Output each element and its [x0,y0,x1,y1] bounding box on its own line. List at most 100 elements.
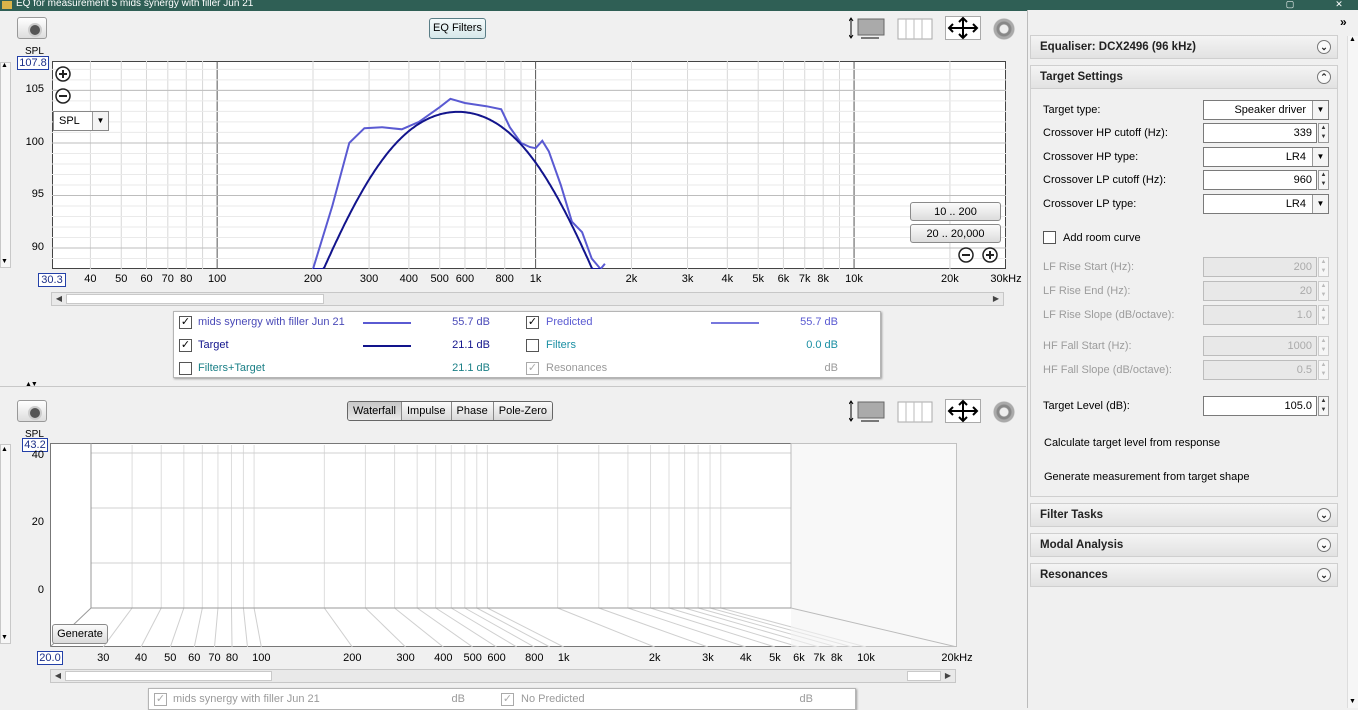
zoom-in-icon[interactable] [55,66,71,82]
crossover-lp-type-select[interactable]: LR4 ▼ [1203,194,1329,214]
crossover-lp-cutoff-stepper[interactable]: ▲ ▼ [1318,170,1329,190]
range-20-20000-button[interactable]: 20 .. 20,000 [910,224,1001,243]
lf-rise-end-input[interactable]: 20 [1203,281,1317,301]
resonances-checkbox[interactable]: ✓ [526,362,539,375]
range-10-200-button[interactable]: 10 .. 200 [910,202,1001,221]
filters-checkbox[interactable] [526,339,539,352]
equaliser-section-header[interactable]: Equaliser: DCX2496 (96 kHz) ⌄ [1030,35,1338,59]
y-top-value-box[interactable]: 107.8 [17,56,49,70]
right-panel-scrollbar[interactable]: ▲ ▼ [1347,36,1358,708]
target-level-input[interactable]: 105.0 [1203,396,1317,416]
legend-label: Filters+Target [198,362,265,374]
generate-measurement-button[interactable]: Generate measurement from target shape [1044,471,1249,483]
tab-waterfall[interactable]: Waterfall [348,402,401,420]
spl-select[interactable]: SPL ▼ [53,111,109,131]
filter-tasks-section-header[interactable]: Filter Tasks ⌄ [1030,503,1338,527]
x-tick-label: 100 [252,652,271,664]
settings-gear-icon[interactable] [993,18,1015,40]
zoom-in-x-icon[interactable] [982,247,998,263]
spl-chart[interactable] [52,61,1006,269]
scroll-down-icon[interactable]: ▼ [1349,698,1356,705]
hf-fall-slope-input[interactable]: 0.5 [1203,360,1317,380]
chevron-down-icon[interactable]: ⌄ [1317,538,1331,552]
hf-fall-start-stepper[interactable]: ▲ ▼ [1318,336,1329,356]
crossover-lp-cutoff-input[interactable]: 960 [1203,170,1317,190]
tab-pole-zero[interactable]: Pole-Zero [492,402,553,420]
lf-rise-end-stepper[interactable]: ▲ ▼ [1318,281,1329,301]
close-icon[interactable]: ✕ [1332,0,1346,9]
target-level-stepper[interactable]: ▲ ▼ [1318,396,1329,416]
scroll-left-icon[interactable]: ◀ [52,670,64,682]
controls-layout-icon[interactable] [897,399,933,423]
graph-limits-icon[interactable] [849,399,885,423]
vertical-scrollbar[interactable] [0,444,11,644]
scroll-down-icon[interactable]: ▼ [1,258,8,265]
scroll-down-icon[interactable]: ▼ [1,634,8,641]
scroll-right-icon[interactable]: ▶ [990,293,1002,305]
chevron-down-icon[interactable]: ⌄ [1317,40,1331,54]
generate-button[interactable]: Generate [52,624,108,644]
scroll-thumb[interactable] [65,671,272,681]
crossover-hp-cutoff-stepper[interactable]: ▲ ▼ [1318,123,1329,143]
hf-fall-start-input[interactable]: 1000 [1203,336,1317,356]
collapse-panel-icon[interactable]: » [1340,15,1347,29]
chevron-up-icon[interactable]: ⌃ [1317,70,1331,84]
filters-target-checkbox[interactable] [179,362,192,375]
scroll-up-icon[interactable]: ▲ [1349,36,1356,43]
panel-splitter[interactable] [0,386,1026,390]
calculate-target-level-button[interactable]: Calculate target level from response [1044,437,1220,449]
x-tick-label: 30 [97,652,110,664]
hf-fall-slope-stepper[interactable]: ▲ ▼ [1318,360,1329,380]
scroll-thumb-right[interactable] [907,671,941,681]
predicted-checkbox[interactable]: ✓ [501,693,514,706]
pan-arrows-icon[interactable] [945,399,981,423]
scroll-left-icon[interactable]: ◀ [53,293,65,305]
target-type-select[interactable]: Speaker driver ▼ [1203,100,1329,120]
camera-icon[interactable] [17,400,47,422]
scroll-right-icon[interactable]: ▶ [942,670,954,682]
chevron-down-icon[interactable]: ⌄ [1317,508,1331,522]
x-tick-label: 30kHz [990,273,1022,285]
lf-rise-slope-input[interactable]: 1.0 [1203,305,1317,325]
x-left-value-box[interactable]: 20.0 [37,651,63,665]
graph-limits-icon[interactable] [849,16,885,40]
target-checkbox[interactable]: ✓ [179,339,192,352]
scroll-up-icon[interactable]: ▲ [1,446,8,453]
predicted-checkbox[interactable]: ✓ [526,316,539,329]
x-tick-label: 500 [430,273,449,285]
measurement-checkbox[interactable]: ✓ [154,693,167,706]
maximize-icon[interactable]: ▢ [1283,0,1297,9]
lf-rise-slope-stepper[interactable]: ▲ ▼ [1318,305,1329,325]
crossover-hp-type-select[interactable]: LR4 ▼ [1203,147,1329,167]
splitter-arrows-icon[interactable]: ▲▼ [25,381,38,388]
target-settings-section-header[interactable]: Target Settings ⌃ [1030,65,1338,89]
modal-analysis-section-header[interactable]: Modal Analysis ⌄ [1030,533,1338,557]
tab-impulse[interactable]: Impulse [401,402,451,420]
scroll-up-icon[interactable]: ▲ [1,62,8,69]
spl-select-value: SPL [59,115,80,127]
right-panel: » ▲ ▼ Equaliser: DCX2496 (96 kHz) ⌄ Targ… [1027,10,1358,708]
zoom-out-icon[interactable] [55,88,71,104]
measurement-checkbox[interactable]: ✓ [179,316,192,329]
camera-icon[interactable] [17,17,47,39]
bottom-horizontal-scrollbar[interactable]: ◀ ▶ [50,669,956,683]
top-horizontal-scrollbar[interactable]: ◀ ▶ [51,292,1004,306]
add-room-curve-checkbox[interactable] [1043,231,1056,244]
chevron-down-icon[interactable]: ⌄ [1317,568,1331,582]
target-settings-header-label: Target Settings [1040,71,1123,83]
zoom-out-x-icon[interactable] [958,247,974,263]
resonances-section-header[interactable]: Resonances ⌄ [1030,563,1338,587]
settings-gear-icon[interactable] [993,401,1015,423]
lf-rise-start-input[interactable]: 200 [1203,257,1317,277]
tab-phase[interactable]: Phase [450,402,493,420]
scroll-thumb[interactable] [66,294,324,304]
x-left-value-box[interactable]: 30.3 [38,273,66,287]
crossover-hp-cutoff-input[interactable]: 339 [1203,123,1317,143]
controls-layout-icon[interactable] [897,16,933,40]
resonances-header-label: Resonances [1040,569,1108,581]
lf-rise-start-stepper[interactable]: ▲ ▼ [1318,257,1329,277]
x-tick-label: 400 [434,652,453,664]
waterfall-chart[interactable] [50,443,957,647]
eq-filters-button[interactable]: EQ Filters [429,18,486,39]
pan-arrows-icon[interactable] [945,16,981,40]
